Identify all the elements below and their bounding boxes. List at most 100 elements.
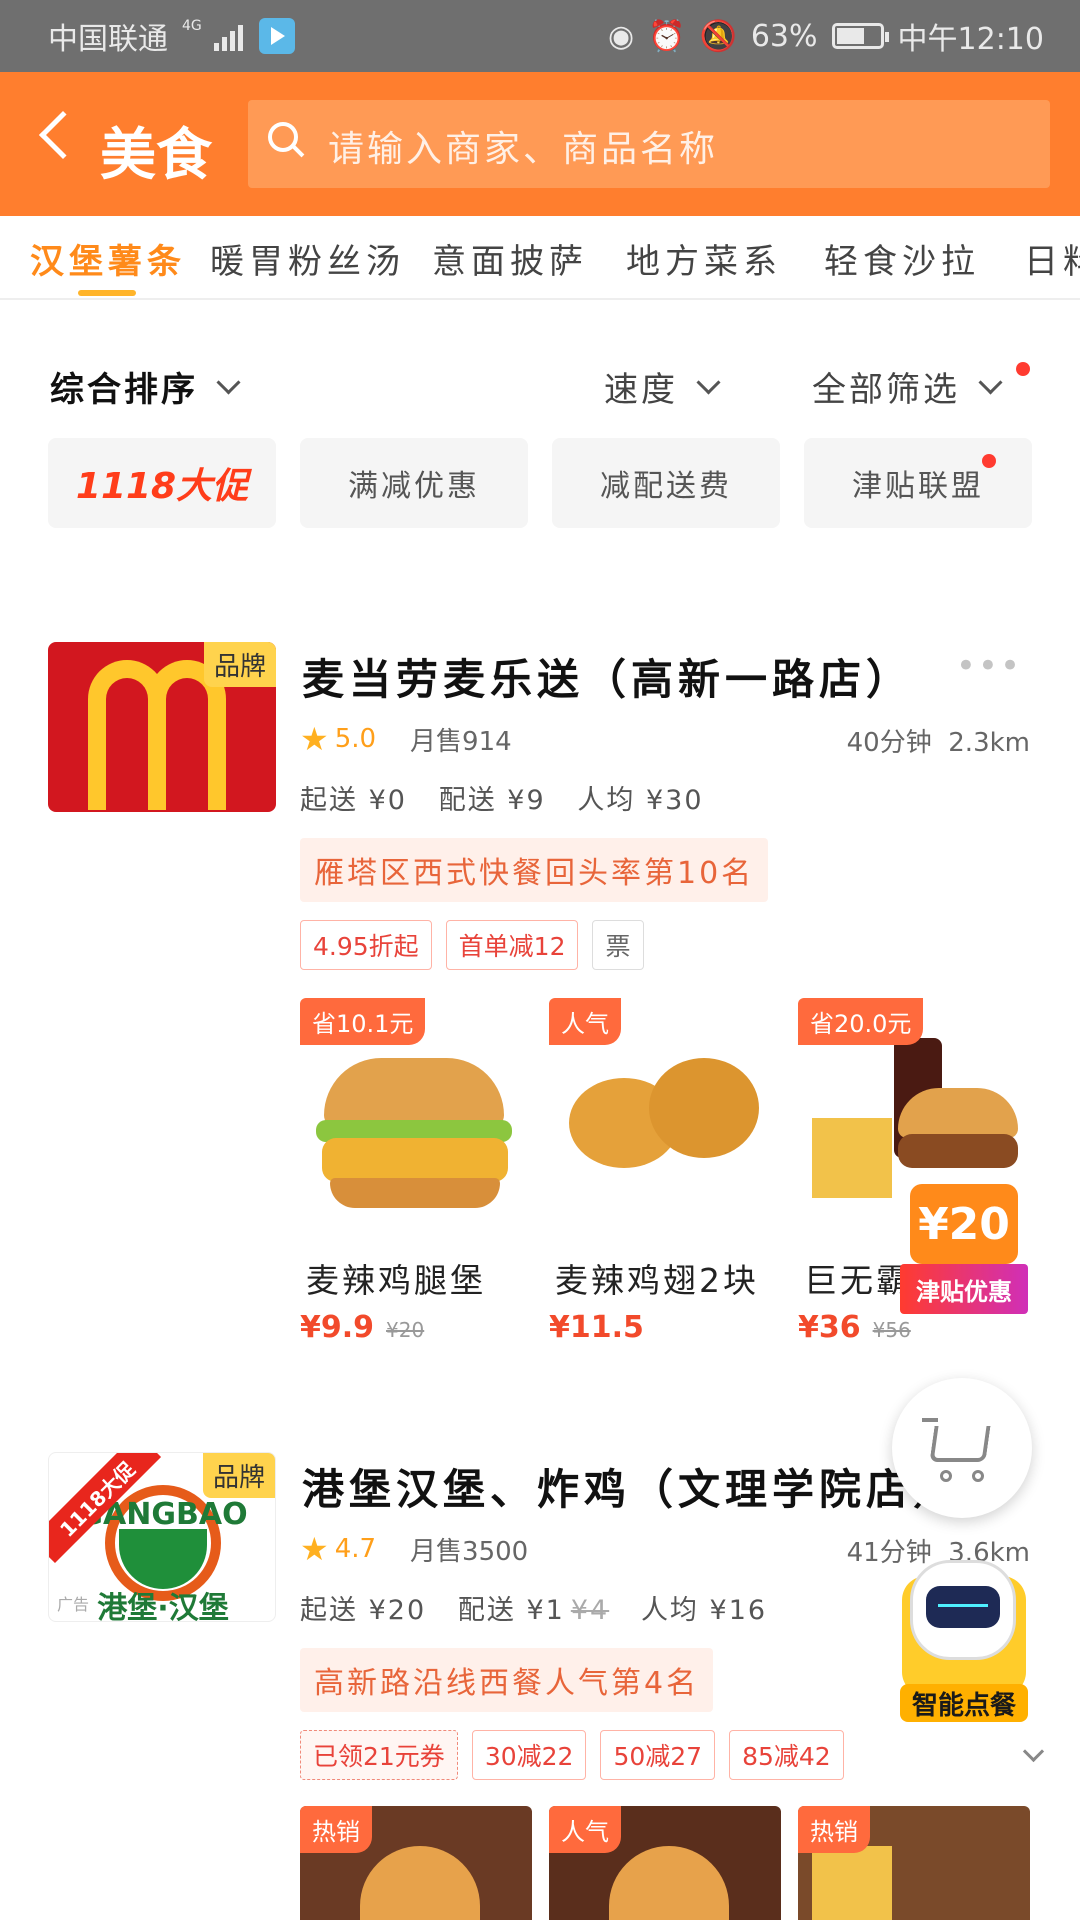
active-tab-indicator bbox=[78, 290, 136, 296]
rating-score: 5.0 bbox=[334, 724, 377, 754]
store-logo: 品牌 bbox=[48, 642, 276, 812]
coupon-tag: 已领21元券 bbox=[300, 1730, 458, 1780]
tab-noodle-soup[interactable]: 暖胃粉丝汤 bbox=[210, 234, 405, 283]
dish-badge: 省20.0元 bbox=[798, 998, 924, 1045]
subsidy-label: 津贴优惠 bbox=[900, 1264, 1028, 1314]
promo-tag: 50减27 bbox=[600, 1730, 716, 1780]
dish-name: 麦辣鸡腿堡 bbox=[306, 1261, 486, 1300]
promo-tag: 4.95折起 bbox=[300, 920, 432, 970]
carrier-label: 中国联通 bbox=[48, 22, 168, 57]
store-logo: GANGBAO 港堡·汉堡 1118大促 品牌 广告 bbox=[48, 1452, 276, 1622]
dish-badge: 省10.1元 bbox=[300, 998, 426, 1045]
filter-notification-dot bbox=[1016, 362, 1030, 376]
video-app-icon bbox=[258, 18, 295, 54]
search-input[interactable]: 请输入商家、商品名称 bbox=[248, 100, 1050, 188]
mute-icon: 🔕 bbox=[699, 18, 737, 54]
rating-score: 4.7 bbox=[334, 1534, 377, 1564]
chevron-down-icon bbox=[696, 370, 721, 395]
app-header: 美食 请输入商家、商品名称 bbox=[0, 72, 1080, 216]
rating-row: ★ 5.0 月售914 bbox=[300, 720, 512, 758]
dish-thumbnail[interactable]: 热销 bbox=[798, 1806, 1030, 1920]
chip-1118-promo[interactable]: 1118大促 bbox=[48, 438, 276, 528]
min-order: 起送 ¥0 bbox=[300, 785, 407, 816]
dish-badge: 人气 bbox=[549, 998, 621, 1045]
cart-button[interactable] bbox=[892, 1378, 1032, 1518]
promo-tag: 首单减12 bbox=[445, 920, 579, 970]
monthly-sales: 月售3500 bbox=[410, 1536, 529, 1567]
all-filters[interactable]: 全部筛选 bbox=[812, 362, 1003, 411]
per-capita: 人均 ¥30 bbox=[577, 785, 704, 816]
min-order: 起送 ¥20 bbox=[300, 1595, 427, 1626]
dish-badge: 热销 bbox=[300, 1806, 372, 1853]
alarm-icon: ⏰ bbox=[648, 18, 686, 54]
promo-tag: 30减22 bbox=[471, 1730, 587, 1780]
store-name: 港堡汉堡、炸鸡（文理学院店） bbox=[302, 1465, 961, 1514]
battery-icon bbox=[831, 23, 889, 49]
all-filters-label: 全部筛选 bbox=[812, 370, 960, 410]
distance: 2.3km bbox=[948, 728, 1030, 758]
rank-label: 高新路沿线西餐人气第4名 bbox=[300, 1648, 714, 1712]
dish-badge: 人气 bbox=[549, 1806, 621, 1853]
star-icon: ★ bbox=[300, 720, 329, 758]
tab-pasta-pizza[interactable]: 意面披萨 bbox=[432, 234, 588, 283]
delivery-fee-original: ¥4 bbox=[570, 1595, 610, 1626]
rank-label: 雁塔区西式快餐回头率第10名 bbox=[300, 838, 769, 902]
dish-price: ¥11.5 bbox=[549, 1310, 644, 1345]
signal-icon bbox=[213, 21, 243, 51]
chip-discount[interactable]: 满减优惠 bbox=[300, 438, 528, 528]
promo-tags: 4.95折起 首单减12 票 bbox=[300, 920, 644, 970]
tab-japanese[interactable]: 日料 bbox=[1024, 234, 1080, 283]
brand-badge: 品牌 bbox=[203, 642, 276, 687]
status-bar: 中国联通 4G ◉ ⏰ 🔕 63% 中午12:10 bbox=[0, 0, 1080, 72]
promo-tag: 85减42 bbox=[729, 1730, 844, 1780]
tab-light-salad[interactable]: 轻食沙拉 bbox=[824, 234, 980, 283]
dish-name: 麦辣鸡翅2块 bbox=[555, 1261, 759, 1300]
cart-icon bbox=[922, 1418, 938, 1422]
dish-thumbnail[interactable]: 人气 bbox=[549, 1806, 781, 1920]
delivery-fee: 配送 ¥1 bbox=[457, 1595, 565, 1626]
time-distance: 40分钟 2.3km bbox=[847, 722, 1030, 759]
page-title: 美食 bbox=[100, 123, 212, 188]
sort-speed-label: 速度 bbox=[604, 370, 678, 410]
rating-row: ★ 4.7 月售3500 bbox=[300, 1530, 528, 1568]
dish-image: 人气 bbox=[549, 998, 777, 1228]
per-capita: 人均 ¥16 bbox=[640, 1595, 768, 1626]
dish-name: 巨无霸 bbox=[804, 1261, 912, 1300]
dish-badge: 热销 bbox=[798, 1806, 870, 1853]
sort-speed[interactable]: 速度 bbox=[604, 362, 721, 411]
dish-price: ¥9.9 ¥20 bbox=[300, 1310, 425, 1345]
more-options-icon[interactable]: ••• bbox=[956, 646, 1022, 686]
network-type: 4G bbox=[182, 18, 202, 34]
tab-burger-fries[interactable]: 汉堡薯条 bbox=[30, 234, 186, 283]
smart-order-button[interactable]: 智能点餐 bbox=[896, 1552, 1032, 1722]
dish-price: ¥36 ¥56 bbox=[798, 1310, 911, 1345]
delivery-time: 40分钟 bbox=[846, 728, 932, 758]
ad-label: 广告 bbox=[57, 1595, 90, 1614]
dish-thumbnail[interactable]: 热销 bbox=[300, 1806, 532, 1920]
star-icon: ★ bbox=[300, 1530, 329, 1568]
subsidy-amount: ¥20 bbox=[910, 1184, 1018, 1264]
smart-order-label: 智能点餐 bbox=[900, 1684, 1028, 1722]
tab-local-cuisine[interactable]: 地方菜系 bbox=[626, 234, 782, 283]
back-arrow-icon[interactable] bbox=[38, 110, 88, 160]
store-name: 麦当劳麦乐送（高新一路店） bbox=[302, 655, 914, 704]
dish-original-price: ¥20 bbox=[386, 1318, 425, 1342]
brand-badge: 品牌 bbox=[202, 1453, 275, 1498]
chip-reduce-delivery[interactable]: 减配送费 bbox=[552, 438, 780, 528]
search-icon bbox=[268, 122, 298, 152]
expand-tags-chevron-icon[interactable] bbox=[1022, 1740, 1045, 1763]
eye-icon: ◉ bbox=[607, 18, 635, 54]
fee-row: 起送 ¥0 配送 ¥9 人均 ¥30 bbox=[300, 778, 704, 817]
search-placeholder: 请输入商家、商品名称 bbox=[328, 129, 719, 170]
category-tabs: 汉堡薯条 暖胃粉丝汤 意面披萨 地方菜系 轻食沙拉 日料 bbox=[0, 216, 1080, 300]
fee-row: 起送 ¥20 配送 ¥1 ¥4 人均 ¥16 bbox=[300, 1588, 767, 1627]
promo-tags: 已领21元券 30减22 50减27 85减42 bbox=[300, 1730, 844, 1780]
monthly-sales: 月售914 bbox=[410, 726, 512, 757]
sort-comprehensive[interactable]: 综合排序 bbox=[50, 362, 241, 411]
chip-subsidy-alliance[interactable]: 津贴联盟 bbox=[804, 438, 1032, 528]
chevron-down-icon bbox=[978, 370, 1003, 395]
chevron-down-icon bbox=[216, 370, 241, 395]
subsidy-badge[interactable]: ¥20 津贴优惠 bbox=[900, 1184, 1028, 1324]
clock: 中午12:10 bbox=[897, 22, 1044, 57]
sort-bar: 综合排序 速度 全部筛选 bbox=[0, 340, 1080, 420]
